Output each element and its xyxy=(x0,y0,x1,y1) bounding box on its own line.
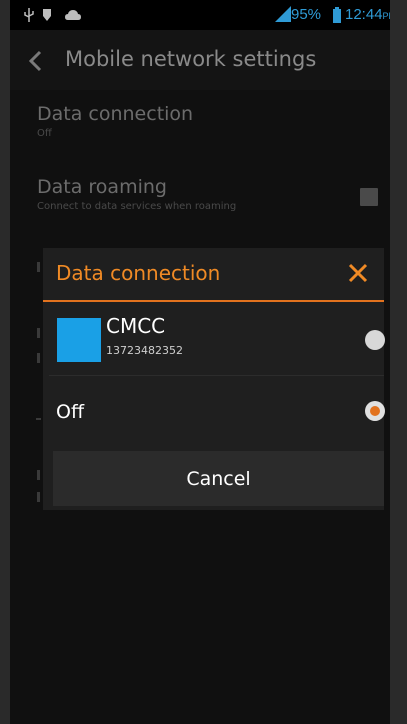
hidden-setting-fragment xyxy=(37,262,40,272)
back-arrow-icon[interactable] xyxy=(28,50,42,72)
sim-number: 13723482352 xyxy=(106,344,183,357)
battery-icon xyxy=(333,7,341,23)
clock-time: 12:44 xyxy=(345,6,383,23)
cancel-button[interactable]: Cancel xyxy=(53,451,384,506)
cancel-label: Cancel xyxy=(186,468,251,490)
hidden-setting-fragment xyxy=(36,418,41,420)
option-off-label: Off xyxy=(56,401,85,423)
close-icon[interactable] xyxy=(347,262,369,284)
radio-cmcc[interactable] xyxy=(365,330,385,350)
clock: 12:44PM xyxy=(345,6,390,23)
hidden-setting-fragment xyxy=(37,353,40,363)
clock-ampm: PM xyxy=(382,11,390,21)
hidden-setting-fragment xyxy=(37,492,40,502)
data-connection-dialog: Data connection CMCC 13723482352 Off Can… xyxy=(43,248,385,510)
signal-icon xyxy=(275,6,291,22)
sim-name: CMCC xyxy=(106,314,166,338)
dialog-header: Data connection xyxy=(43,248,384,300)
page-title: Mobile network settings xyxy=(65,47,317,71)
data-roaming-checkbox[interactable] xyxy=(360,188,378,206)
action-bar: Mobile network settings xyxy=(10,30,390,90)
dialog-title: Data connection xyxy=(56,261,221,285)
setting-title: Data connection xyxy=(37,103,194,125)
setting-title: Data roaming xyxy=(37,176,167,198)
setting-summary: Off xyxy=(37,128,52,139)
hidden-setting-fragment xyxy=(37,470,40,480)
battery-percent: 95% xyxy=(291,6,322,23)
setting-data-connection[interactable]: Data connection Off xyxy=(37,103,193,139)
cloud-icon xyxy=(65,10,81,20)
radio-off-selected[interactable] xyxy=(365,401,385,421)
option-off[interactable]: Off xyxy=(43,376,384,448)
status-bar: 95% 12:44PM xyxy=(10,0,390,30)
setting-summary: Connect to data services when roaming xyxy=(37,201,237,212)
usb-icon xyxy=(24,8,34,22)
hidden-setting-fragment xyxy=(37,328,40,338)
shield-icon xyxy=(43,9,51,21)
setting-data-roaming[interactable]: Data roaming Connect to data services wh… xyxy=(37,176,236,212)
phone-screen: 95% 12:44PM Mobile network settings Data… xyxy=(10,0,390,724)
sim-color-swatch xyxy=(57,318,101,362)
